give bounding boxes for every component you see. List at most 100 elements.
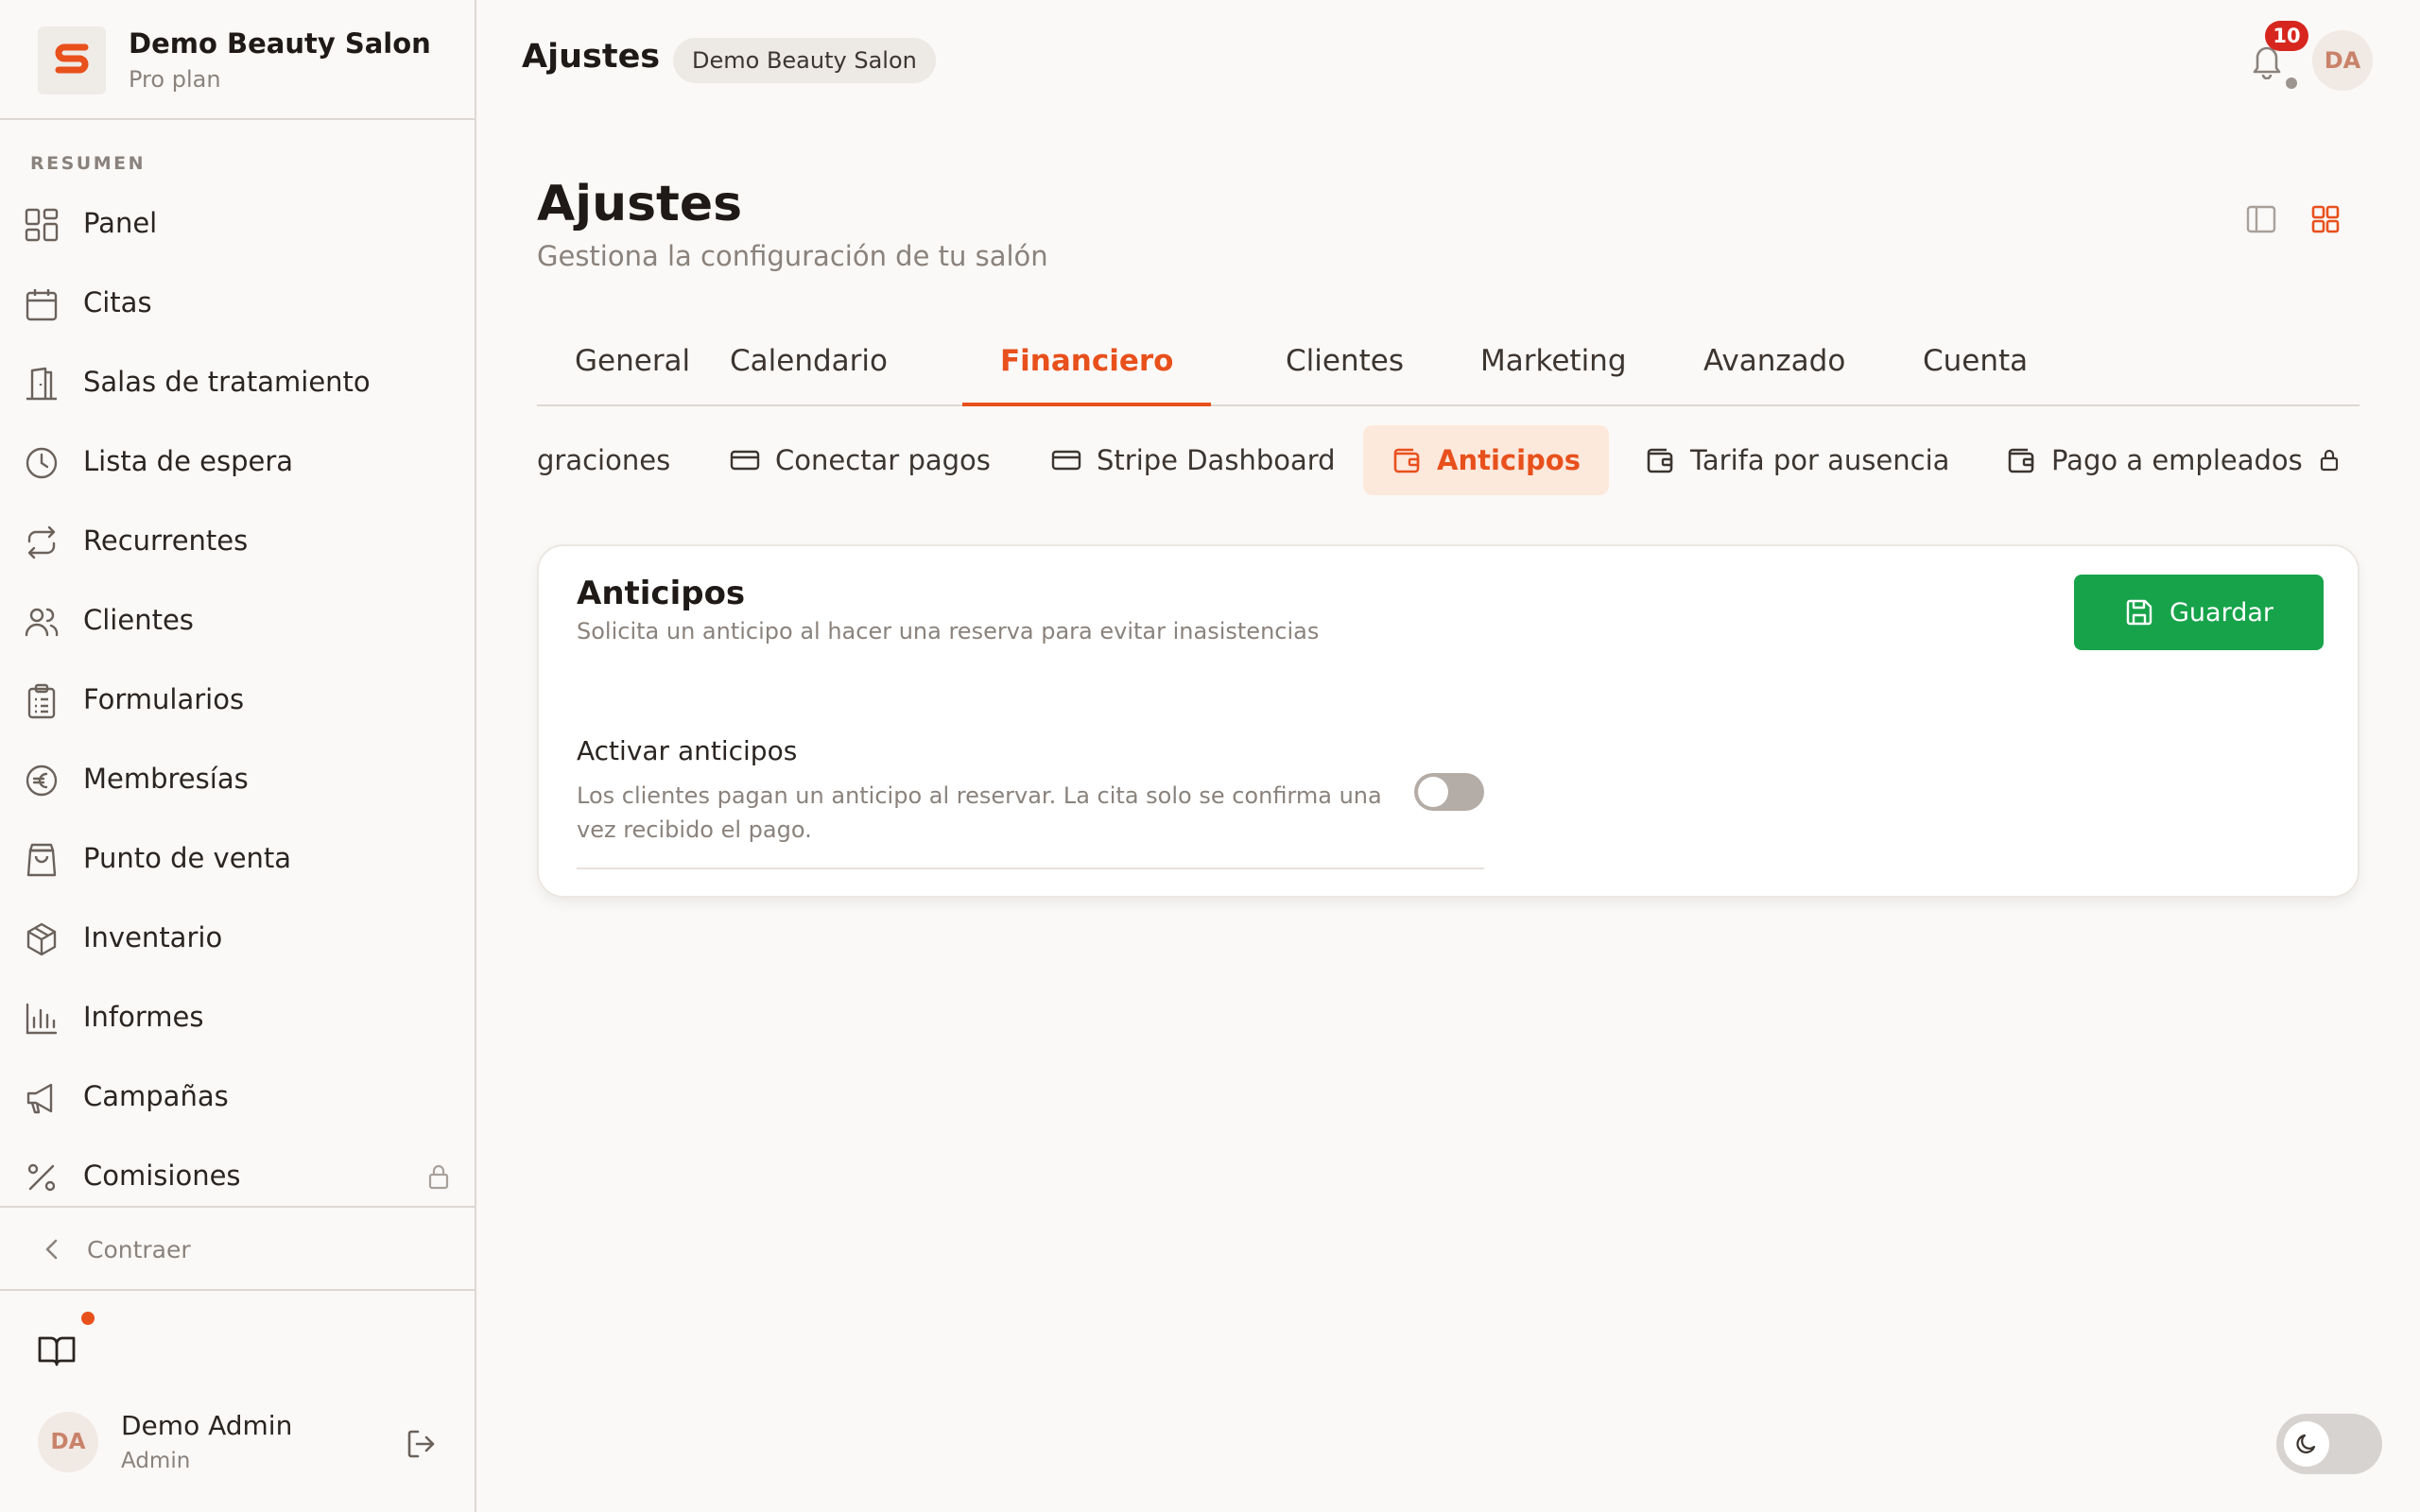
sidebar-item-informes[interactable]: Informes — [0, 983, 475, 1051]
topbar-title: Ajustes — [522, 38, 661, 76]
sidebar: Demo Beauty Salon Pro plan RESUMEN Panel… — [0, 0, 476, 1512]
subtab-label: Pago a empleados — [2051, 444, 2303, 476]
wallet-icon — [1392, 445, 1422, 475]
subtab-stripe-dashboard[interactable]: Stripe Dashboard — [1023, 425, 1364, 495]
logout-icon[interactable] — [405, 1427, 439, 1461]
divider — [577, 868, 1484, 869]
sidebar-item-formularios[interactable]: Formularios — [0, 665, 475, 733]
subtab-integraciones[interactable]: graciones — [537, 425, 699, 495]
save-label: Guardar — [2169, 597, 2273, 627]
wallet-icon — [1645, 445, 1675, 475]
subtab-label: Stripe Dashboard — [1097, 444, 1336, 476]
sidebar-item-clientes[interactable]: Clientes — [0, 586, 475, 654]
subtab-conectar-pagos[interactable]: Conectar pagos — [701, 425, 1019, 495]
page-title: Ajustes — [537, 176, 743, 232]
megaphone-icon — [23, 1079, 60, 1117]
sidebar-item-label: Citas — [83, 286, 152, 318]
brand-plan: Pro plan — [129, 66, 221, 93]
tab-financiero[interactable]: Financiero — [962, 336, 1212, 406]
anticipos-card: Anticipos Solicita un anticipo al hacer … — [537, 544, 2360, 898]
sidebar-item-membresias[interactable]: Membresías — [0, 745, 475, 813]
financial-subtabs: graciones Conectar pagos Stripe Dashboar… — [537, 421, 2360, 497]
subtab-label: Tarifa por ausencia — [1690, 444, 1950, 476]
grid-icon — [23, 206, 60, 244]
brand-logo — [38, 26, 106, 94]
grid-layout-icon[interactable] — [2308, 202, 2342, 236]
lock-icon — [2318, 447, 2341, 473]
user-avatar[interactable]: DA — [38, 1412, 98, 1472]
notification-dot — [81, 1312, 95, 1325]
brand-header[interactable]: Demo Beauty Salon Pro plan — [0, 0, 475, 120]
percent-icon — [23, 1159, 60, 1196]
user-role: Admin — [121, 1449, 191, 1473]
tab-marketing[interactable]: Marketing — [1443, 336, 1665, 406]
clipboard-icon — [23, 682, 60, 720]
subtab-tarifa-por-ausencia[interactable]: Tarifa por ausencia — [1616, 425, 1978, 495]
sidebar-item-label: Informes — [83, 1001, 204, 1033]
salon-chip: Demo Beauty Salon — [673, 38, 936, 83]
sidebar-item-label: Recurrentes — [83, 524, 249, 557]
sidebar-item-label: Campañas — [83, 1080, 229, 1112]
package-icon — [23, 920, 60, 958]
sidebar-item-label: Comisiones — [83, 1160, 241, 1192]
avatar[interactable]: DA — [2312, 30, 2373, 91]
sidebar-item-salas-de-tratamiento[interactable]: Salas de tratamiento — [0, 348, 475, 416]
setting-label: Activar anticipos — [577, 735, 798, 766]
sidebar-item-label: Membresías — [83, 763, 249, 795]
sidebar-item-punto-de-venta[interactable]: Punto de venta — [0, 824, 475, 892]
sidebar-item-label: Clientes — [83, 604, 194, 636]
card-title: Anticipos — [577, 575, 746, 612]
collapse-sidebar-button[interactable]: Contraer — [0, 1206, 475, 1291]
anticipos-toggle[interactable] — [1414, 773, 1484, 811]
sidebar-item-label: Salas de tratamiento — [83, 366, 371, 398]
subtab-label: Conectar pagos — [775, 444, 991, 476]
door-icon — [23, 365, 60, 403]
sidebar-item-campanas[interactable]: Campañas — [0, 1062, 475, 1130]
notification-badge: 10 — [2265, 21, 2308, 51]
lock-icon — [425, 1162, 452, 1191]
save-button[interactable]: Guardar — [2074, 575, 2324, 650]
tab-clientes[interactable]: Clientes — [1248, 336, 1442, 406]
sidebar-item-label: Formularios — [83, 683, 245, 715]
user-name: Demo Admin — [121, 1410, 293, 1441]
save-icon — [2124, 597, 2154, 627]
sidebar-item-label: Punto de venta — [83, 842, 292, 874]
users-icon — [23, 603, 60, 641]
wallet-icon — [2006, 445, 2036, 475]
setting-help: Los clientes pagan un anticipo al reserv… — [577, 782, 1382, 843]
section-label: RESUMEN — [30, 153, 147, 174]
credit-card-icon — [730, 447, 760, 473]
theme-toggle[interactable] — [2276, 1414, 2382, 1474]
sidebar-item-recurrentes[interactable]: Recurrentes — [0, 507, 475, 575]
repeat-icon — [23, 524, 60, 561]
subtab-pago-a-empleados[interactable]: Pago a empleados — [1978, 425, 2360, 495]
tab-calendario[interactable]: Calendario — [692, 336, 925, 406]
sidebar-item-lista-de-espera[interactable]: Lista de espera — [0, 427, 475, 495]
collapse-label: Contraer — [87, 1236, 191, 1263]
subtab-anticipos[interactable]: Anticipos — [1363, 425, 1609, 495]
book-icon[interactable] — [36, 1329, 78, 1370]
tab-cuenta[interactable]: Cuenta — [1885, 336, 2066, 406]
page-subtitle: Gestiona la configuración de tu salón — [537, 240, 1048, 272]
euro-icon — [23, 762, 60, 799]
card-description: Solicita un anticipo al hacer una reserv… — [577, 618, 1320, 644]
calendar-icon — [23, 285, 60, 323]
tab-avanzado[interactable]: Avanzado — [1666, 336, 1883, 406]
credit-card-icon — [1051, 447, 1081, 473]
moon-icon — [2284, 1421, 2329, 1467]
shopping-bag-icon — [23, 841, 60, 879]
sidebar-item-citas[interactable]: Citas — [0, 268, 475, 336]
sidebar-item-comisiones[interactable]: Comisiones — [0, 1142, 475, 1210]
subtab-label: graciones — [537, 444, 671, 476]
settings-tabs: General Calendario Financiero Clientes M… — [537, 336, 2360, 406]
sidebar-item-label: Panel — [83, 207, 158, 239]
sidebar-item-panel[interactable]: Panel — [0, 189, 475, 257]
brand-name: Demo Beauty Salon — [129, 27, 431, 60]
chevron-left-icon — [42, 1238, 62, 1261]
sidebar-layout-icon[interactable] — [2244, 202, 2278, 236]
sidebar-item-inventario[interactable]: Inventario — [0, 903, 475, 971]
bar-chart-icon — [23, 1000, 60, 1038]
status-dot — [2286, 77, 2297, 89]
toggle-knob — [1418, 777, 1448, 807]
subtab-label: Anticipos — [1437, 444, 1581, 476]
